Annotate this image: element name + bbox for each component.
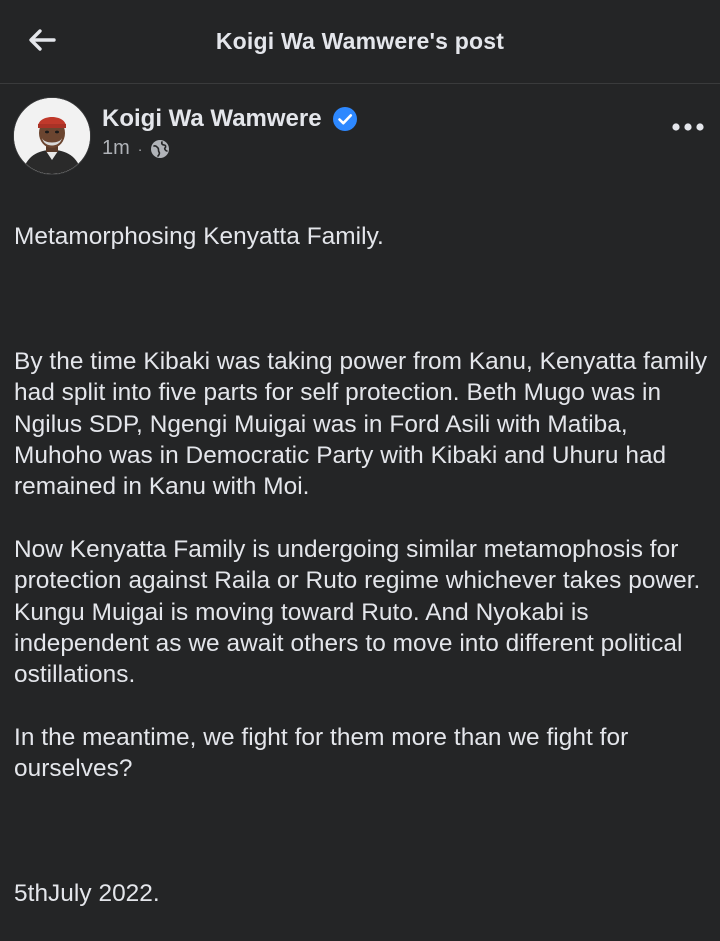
post-text: Metamorphosing Kenyatta Family. By the t… xyxy=(14,190,714,941)
globe-icon xyxy=(151,139,170,158)
post-header: Koigi Wa Wamwere 1m · xyxy=(0,85,720,185)
page-title: Koigi Wa Wamwere's post xyxy=(215,28,505,54)
profile-photo xyxy=(14,98,90,174)
top-bar: Koigi Wa Wamwere's post xyxy=(0,0,720,84)
more-options-button[interactable] xyxy=(670,115,706,139)
post-paragraph: By the time Kibaki was taking power from… xyxy=(14,348,708,501)
post-title-line: Metamorphosing Kenyatta Family. xyxy=(14,223,384,251)
post-paragraph: Now Kenyatta Family is undergoing simila… xyxy=(14,535,701,689)
post-paragraph: In the meantime, we fight for them more … xyxy=(14,723,629,783)
verified-badge-icon xyxy=(332,107,357,131)
author-name[interactable]: Koigi Wa Wamwere xyxy=(102,105,322,133)
more-options-icon xyxy=(672,123,704,131)
post-date-line: 5thJuly 2022. xyxy=(14,879,160,907)
meta-separator: · xyxy=(137,140,143,157)
post-time[interactable]: 1m xyxy=(102,137,130,160)
post-meta: 1m · xyxy=(102,137,170,160)
avatar[interactable] xyxy=(13,97,91,175)
author-row: Koigi Wa Wamwere xyxy=(102,105,358,133)
